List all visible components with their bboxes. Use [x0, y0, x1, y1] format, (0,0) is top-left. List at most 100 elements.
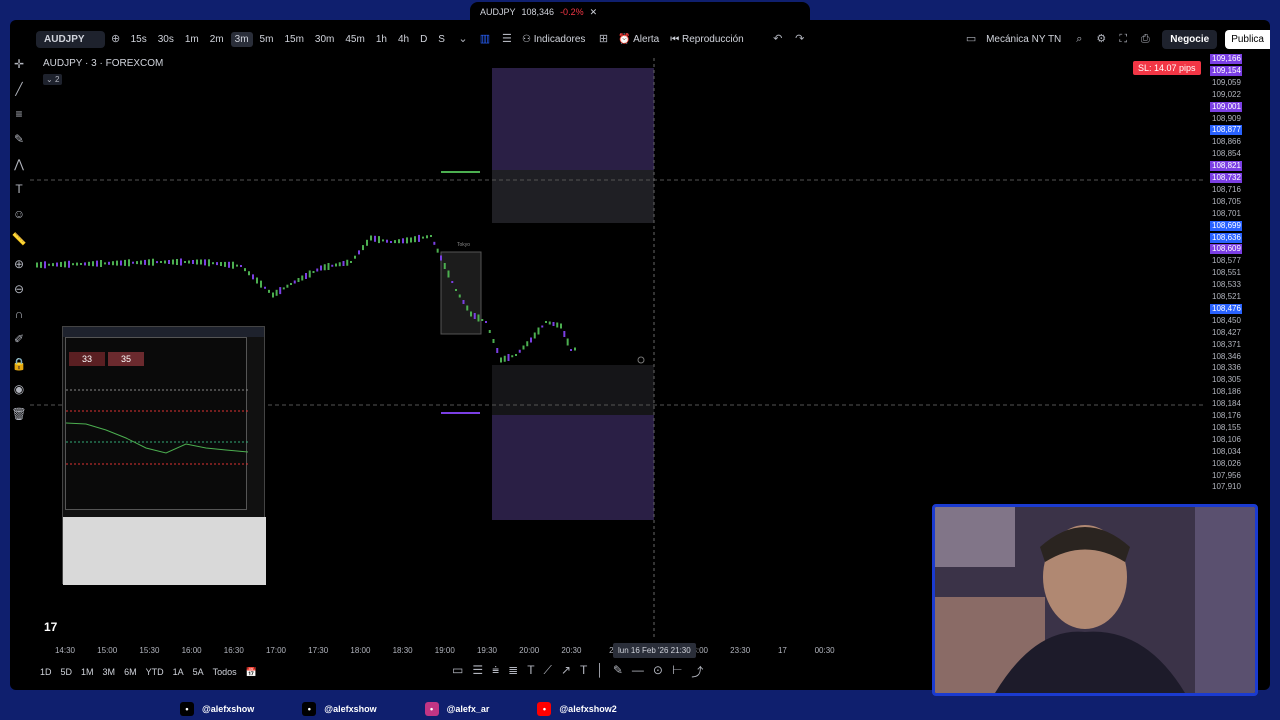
- timeframe-D[interactable]: D: [416, 32, 431, 47]
- range-5D[interactable]: 5D: [61, 667, 73, 677]
- symbol-search[interactable]: AUDJPY: [36, 30, 105, 48]
- social-link[interactable]: • @alefxshow2: [537, 702, 617, 716]
- range-6M[interactable]: 6M: [124, 667, 137, 677]
- crosshair-icon[interactable]: ✛: [10, 52, 28, 77]
- tradingview-logo[interactable]: 17: [44, 620, 57, 634]
- price-label: 108,476: [1210, 303, 1242, 314]
- calendar-icon[interactable]: 📅: [246, 667, 257, 678]
- range-1D[interactable]: 1D: [40, 667, 52, 677]
- time-label: 23:30: [730, 646, 751, 655]
- mini-titlebar: [63, 327, 264, 337]
- price-label: 108,034: [1212, 446, 1241, 456]
- social-link[interactable]: • @alefxshow: [180, 702, 254, 716]
- indicators-button[interactable]: ⚇ Indicadores: [518, 32, 589, 47]
- forecast-icon[interactable]: ⤴: [691, 663, 703, 680]
- ruler-icon[interactable]: 📏: [10, 227, 28, 252]
- social-link[interactable]: • @alefx_ar: [424, 702, 489, 716]
- timeframe-1h[interactable]: 1h: [372, 32, 391, 47]
- range-1A[interactable]: 1A: [173, 667, 184, 677]
- price-label: 108,427: [1212, 327, 1241, 337]
- trendline-icon[interactable]: ╱: [10, 77, 28, 102]
- mini-chart-body: 33 35: [65, 337, 248, 510]
- timeframe-2m[interactable]: 2m: [206, 32, 228, 47]
- settings-icon[interactable]: ⚙: [1094, 32, 1108, 46]
- price-label: 108,533: [1212, 280, 1241, 290]
- timeframe-1m[interactable]: 1m: [181, 32, 203, 47]
- lines-icon[interactable]: ☰: [472, 663, 483, 680]
- layouts-icon[interactable]: ⊞: [596, 32, 610, 46]
- replay-label: Reproducción: [682, 33, 744, 45]
- price-label: 108,909: [1212, 113, 1241, 123]
- publish-button[interactable]: Publica: [1225, 29, 1270, 49]
- pattern-icon[interactable]: ⋀: [10, 152, 28, 177]
- timeframe-45m[interactable]: 45m: [341, 32, 368, 47]
- trash-icon[interactable]: 🗑: [10, 402, 28, 427]
- price-label: 108,551: [1212, 268, 1241, 278]
- social-links: • @alefxshow • @alefxshow • @alefx_ar • @alefxs…: [180, 700, 880, 718]
- browser-tab[interactable]: AUDJPY 108,346 -0.2% ✕: [470, 2, 810, 22]
- undo-icon[interactable]: ↶: [771, 32, 785, 46]
- candle-type-icon[interactable]: ▥: [478, 32, 492, 46]
- timeframe-S[interactable]: S: [434, 32, 449, 47]
- crosshair-time-label: lun 16 Feb '26 21:30: [613, 643, 696, 658]
- search-icon[interactable]: ⌕: [1072, 32, 1086, 46]
- magnet-icon[interactable]: ∩: [10, 302, 28, 327]
- camera-icon[interactable]: ⎙: [1138, 32, 1152, 46]
- eye-icon[interactable]: ◉: [10, 377, 28, 402]
- timeframe-15m[interactable]: 15m: [280, 32, 307, 47]
- trade-button[interactable]: Negocie: [1162, 29, 1218, 49]
- tab-price: 108,346: [521, 7, 555, 17]
- timeframe-30m[interactable]: 30m: [311, 32, 338, 47]
- mini-orders-panel: [63, 517, 266, 585]
- time-label: 14:30: [54, 646, 76, 655]
- bar-type-icon[interactable]: ☰: [500, 32, 514, 46]
- mini-chart-window[interactable]: 33 35: [62, 326, 266, 585]
- range-5A[interactable]: 5A: [193, 667, 204, 677]
- text-t-icon[interactable]: T: [580, 663, 587, 680]
- rectangle-icon[interactable]: ▭: [452, 663, 463, 680]
- pencil-icon[interactable]: ✎: [613, 663, 623, 680]
- zoom-out-icon[interactable]: ⊖: [10, 277, 28, 302]
- emoji-icon[interactable]: ☺: [10, 202, 28, 227]
- timeframe-4h[interactable]: 4h: [394, 32, 413, 47]
- text-tool-icon[interactable]: T: [527, 663, 534, 680]
- layout-icon[interactable]: ▭: [964, 32, 978, 46]
- top-toolbar: AUDJPY ⊕ 15s 30s 1m 2m 3m 5m 15m 30m 45m 1h 4h D S ⌄…: [10, 26, 1270, 52]
- replay-button[interactable]: ⏮ Reproducción: [666, 32, 748, 47]
- range-YTD[interactable]: YTD: [146, 667, 164, 677]
- legend-collapse-badge[interactable]: ⌄ 2: [43, 74, 63, 85]
- timeframe-5m[interactable]: 5m: [256, 32, 278, 47]
- fib-icon[interactable]: ≡: [10, 102, 28, 127]
- range-1M[interactable]: 1M: [81, 667, 94, 677]
- timeframe-30s[interactable]: 30s: [154, 32, 178, 47]
- layout-name[interactable]: Mecánica NY TN: [982, 32, 1065, 47]
- time-label: 19:30: [476, 646, 498, 655]
- vline-icon[interactable]: │: [596, 663, 604, 680]
- timeframe-3m[interactable]: 3m: [230, 31, 253, 47]
- fullscreen-icon[interactable]: ⛶: [1116, 32, 1130, 46]
- lock-drawings-icon[interactable]: ✐: [10, 327, 28, 352]
- target-icon[interactable]: ⊙: [653, 663, 663, 680]
- range-Todos[interactable]: Todos: [213, 667, 237, 677]
- timeframe-15s[interactable]: 15s: [127, 32, 151, 47]
- chevron-down-icon[interactable]: ⌄: [456, 32, 470, 46]
- alert-button[interactable]: ⏰ Alerta: [614, 32, 663, 47]
- redo-icon[interactable]: ↷: [793, 32, 807, 46]
- price-label: 108,716: [1212, 184, 1241, 194]
- text-icon[interactable]: T: [10, 177, 28, 202]
- zoom-in-icon[interactable]: ⊕: [10, 252, 28, 277]
- fib-tool-icon[interactable]: ≣: [508, 663, 518, 680]
- lock-icon[interactable]: 🔒: [10, 352, 28, 377]
- social-link[interactable]: • @alefxshow: [302, 702, 377, 716]
- path-icon[interactable]: ⟋: [544, 663, 552, 680]
- arrow-icon[interactable]: ↗: [561, 663, 571, 680]
- channel-icon[interactable]: ⩧: [492, 663, 499, 680]
- chart-legend-title[interactable]: AUDJPY · 3 · FOREXCOM: [43, 58, 163, 69]
- price-axis[interactable]: 109,166 109,154 109,059 109,022 109,001 108,9…: [1208, 54, 1244, 506]
- hline-icon[interactable]: —: [632, 663, 644, 680]
- measure-icon[interactable]: ⊢: [672, 663, 682, 680]
- brush-icon[interactable]: ✎: [10, 127, 28, 152]
- add-symbol-icon[interactable]: ⊕: [109, 32, 123, 46]
- range-3M[interactable]: 3M: [103, 667, 116, 677]
- close-icon[interactable]: ✕: [590, 7, 598, 18]
